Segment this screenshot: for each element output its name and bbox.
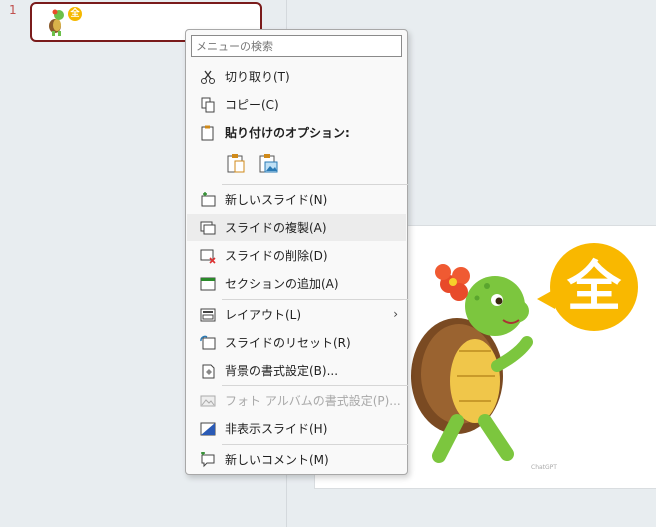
photo-album-icon <box>199 392 217 410</box>
paste-icon <box>199 124 217 142</box>
scissors-icon <box>199 68 217 86</box>
menu-separator <box>222 184 408 185</box>
thumbnail-badge: 全 <box>68 7 82 21</box>
menu-item-duplicate-slide[interactable]: スライドの複製(A) <box>187 214 406 241</box>
menu-item-delete-slide[interactable]: スライドの削除(D) <box>187 242 406 269</box>
slide-badge: 全 <box>550 243 638 331</box>
hide-slide-icon <box>199 420 217 438</box>
menu-item-copy[interactable]: コピー(C) <box>187 91 406 118</box>
duplicate-slide-icon <box>199 219 217 237</box>
menu-separator <box>222 444 408 445</box>
new-comment-icon <box>199 451 217 469</box>
menu-item-layout[interactable]: レイアウト(L) › <box>187 301 406 328</box>
context-menu: 切り取り(T) コピー(C) 貼り付けのオプション: 新しいスライド(N) スラ… <box>185 29 408 475</box>
menu-separator <box>222 299 408 300</box>
slide-number: 1 <box>9 3 17 17</box>
menu-item-cut[interactable]: 切り取り(T) <box>187 63 406 90</box>
menu-separator <box>222 385 408 386</box>
turtle-thumbnail-icon <box>49 9 64 36</box>
chevron-right-icon: › <box>393 307 398 321</box>
paste-keep-source-icon[interactable] <box>224 151 248 175</box>
image-credit: ChatGPT <box>531 464 557 471</box>
turtle-illustration <box>411 264 533 463</box>
new-slide-icon <box>199 191 217 209</box>
menu-search-input[interactable] <box>191 35 402 57</box>
menu-item-reset-slide[interactable]: スライドのリセット(R) <box>187 329 406 356</box>
section-icon <box>199 275 217 293</box>
paste-options-row <box>224 151 280 175</box>
paste-picture-icon[interactable] <box>256 151 280 175</box>
menu-item-format-background[interactable]: 背景の書式設定(B)... <box>187 357 406 384</box>
menu-item-add-section[interactable]: セクションの追加(A) <box>187 270 406 297</box>
reset-slide-icon <box>199 334 217 352</box>
copy-icon <box>199 96 217 114</box>
layout-icon <box>199 306 217 324</box>
menu-item-new-slide[interactable]: 新しいスライド(N) <box>187 186 406 213</box>
format-background-icon <box>199 362 217 380</box>
menu-item-paste-options: 貼り付けのオプション: <box>187 119 406 146</box>
menu-item-format-photo-album: フォト アルバムの書式設定(P)... <box>187 387 406 414</box>
menu-item-hide-slide[interactable]: 非表示スライド(H) <box>187 415 406 442</box>
delete-slide-icon <box>199 247 217 265</box>
menu-item-new-comment[interactable]: 新しいコメント(M) <box>187 446 406 473</box>
